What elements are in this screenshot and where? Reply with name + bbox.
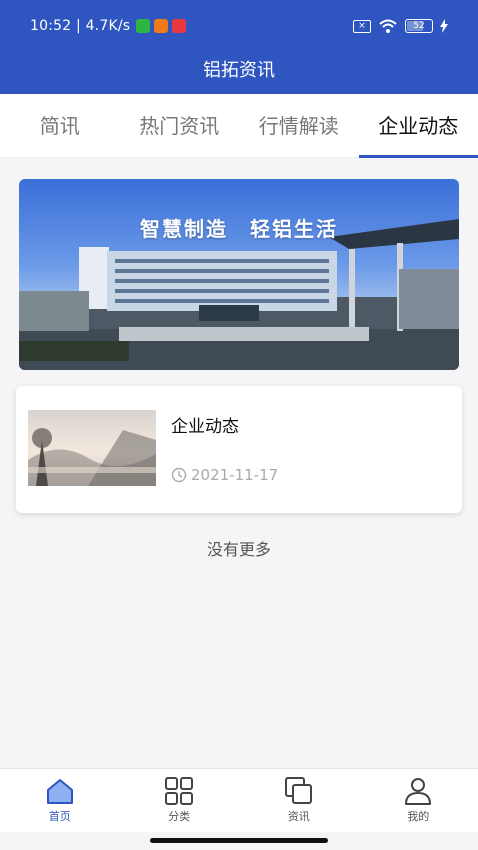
nav-home-label: 首页 [48,810,71,823]
wechat-icon [136,19,151,33]
nav-home[interactable]: 首页 [0,769,120,832]
article-thumbnail [28,410,156,486]
charging-icon [440,19,448,33]
nav-news-label: 资讯 [287,810,310,823]
article-date: 2021-11-17 [171,466,278,484]
tab-hot-news[interactable]: 热门资讯 [120,94,240,158]
status-time: 10:52 | 4.7K/s [30,18,131,34]
nav-mine[interactable]: 我的 [359,769,478,832]
sim-off-icon: × [353,19,371,33]
banner-slogan: 智慧制造 轻铝生活 [140,217,338,241]
bottom-navigation: 首页 分类 资讯 我的 [0,768,478,832]
article-card[interactable]: 企业动态 2021-11-17 [16,386,462,513]
nav-news[interactable]: 资讯 [239,769,359,832]
copy-icon [284,777,312,804]
home-indicator[interactable] [150,838,328,843]
grid-icon [165,777,194,805]
battery-icon: 52 [405,19,433,33]
news-app-icon [172,19,187,33]
article-date-text: 2021-11-17 [191,466,279,484]
tab-brief[interactable]: 简讯 [0,94,120,158]
list-end-text: 没有更多 [206,540,271,559]
tab-bar: 简讯 热门资讯 行情解读 企业动态 [0,94,478,158]
status-bar: 10:52 | 4.7K/s × 52 [0,0,478,52]
user-icon [405,778,432,805]
notification-icons [136,19,187,33]
home-icon [46,779,73,804]
building-illustration [19,219,459,370]
banner-image[interactable]: 智慧制造 轻铝生活 [19,179,459,370]
tab-market-analysis[interactable]: 行情解读 [239,94,359,158]
nav-category[interactable]: 分类 [120,769,240,832]
mi-icon [154,19,169,33]
tab-company-news[interactable]: 企业动态 [358,94,478,158]
page-title: 铝拓资讯 [203,60,275,81]
article-title: 企业动态 [171,417,239,437]
nav-category-label: 分类 [168,810,191,823]
clock-icon [171,467,187,483]
app-header: 10:52 | 4.7K/s × 52 铝拓资讯 [0,0,478,94]
nav-mine-label: 我的 [407,810,430,823]
wifi-icon [379,19,397,33]
